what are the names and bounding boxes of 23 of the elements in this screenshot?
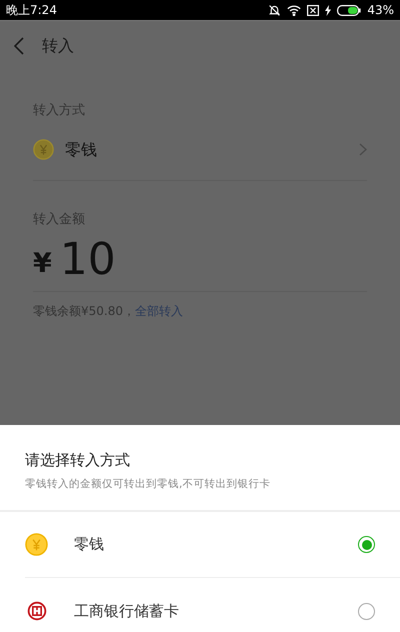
clock-time: 晚上7:24 — [6, 2, 57, 19]
battery-icon — [337, 4, 362, 16]
sheet-note: 零钱转入的金额仅可转出到零钱,不可转出到银行卡 — [25, 477, 272, 492]
bank-logo-icon — [26, 601, 46, 621]
charging-bolt-icon — [325, 4, 332, 16]
radio-button[interactable] — [358, 536, 375, 553]
sim-card-x-icon — [307, 4, 320, 16]
amount-value: 10 — [60, 237, 116, 283]
chevron-right-icon — [359, 143, 367, 156]
battery-percent: 43% — [367, 2, 394, 19]
coin-icon — [25, 533, 48, 556]
currency-symbol: ¥ — [33, 248, 52, 280]
payment-option[interactable]: 零钱 — [25, 512, 400, 578]
payment-option[interactable]: 工商银行储蓄卡 — [25, 578, 400, 632]
option-label: 零钱 — [74, 534, 104, 556]
page-title: 转入 — [42, 34, 74, 56]
sheet-title: 请选择转入方式 — [25, 450, 131, 471]
method-value: 零钱 — [65, 138, 97, 160]
wifi-icon — [287, 4, 302, 16]
option-label: 工商银行储蓄卡 — [74, 600, 179, 622]
muted-bell-icon — [268, 4, 282, 16]
radio-button[interactable] — [358, 602, 375, 620]
coin-icon — [33, 139, 54, 160]
